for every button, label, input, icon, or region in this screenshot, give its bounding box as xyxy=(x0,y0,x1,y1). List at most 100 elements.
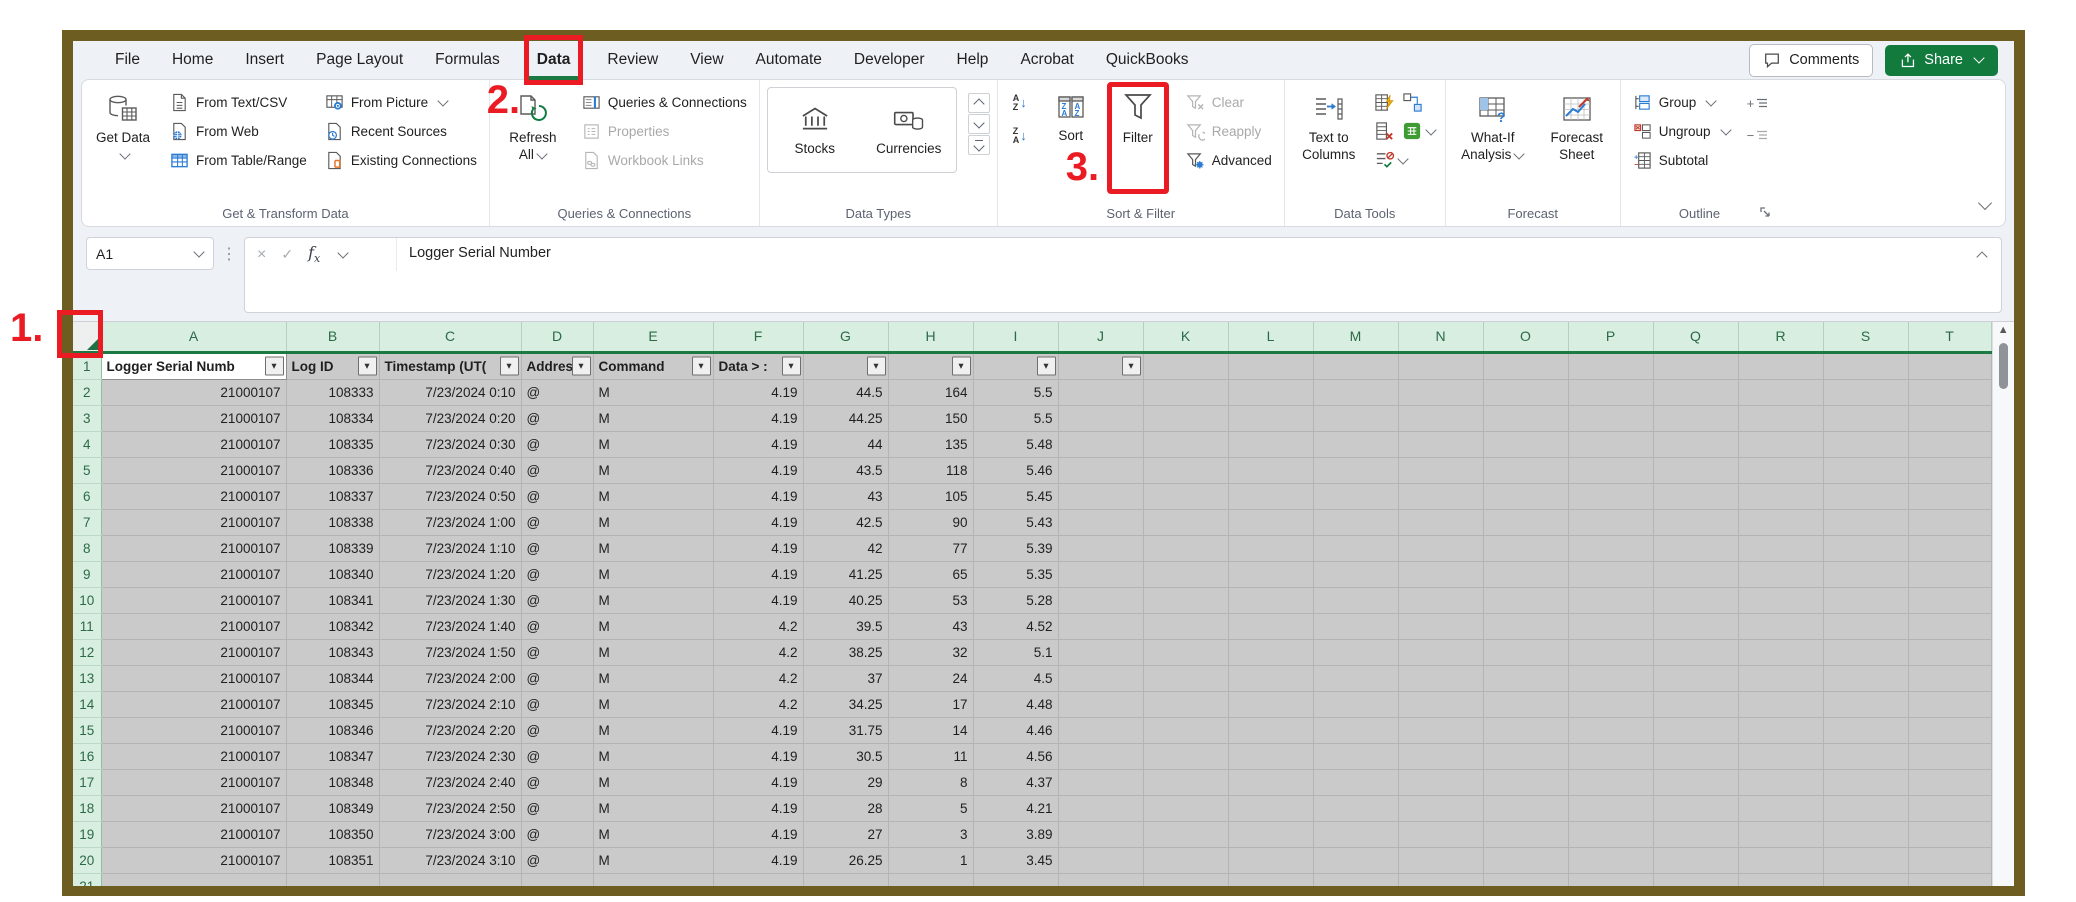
cell-T5[interactable] xyxy=(1908,457,1991,483)
cell-N6[interactable] xyxy=(1398,483,1483,509)
cell-D15[interactable]: @ xyxy=(521,717,593,743)
cell-E20[interactable]: M xyxy=(593,847,713,873)
tab-view[interactable]: View xyxy=(674,41,739,79)
cell-P4[interactable] xyxy=(1568,431,1653,457)
cell-Q19[interactable] xyxy=(1653,821,1738,847)
cell-N12[interactable] xyxy=(1398,639,1483,665)
row-header-20[interactable]: 20 xyxy=(73,847,101,873)
cell-D6[interactable]: @ xyxy=(521,483,593,509)
cell-D1[interactable]: Addres▾ xyxy=(521,352,593,379)
cell-R3[interactable] xyxy=(1738,405,1823,431)
cell-I20[interactable]: 3.45 xyxy=(973,847,1058,873)
stocks-button[interactable]: Stocks xyxy=(768,88,862,172)
cell-L13[interactable] xyxy=(1228,665,1313,691)
from-text-csv-button[interactable]: From Text/CSV xyxy=(165,89,312,116)
cell-S21[interactable] xyxy=(1823,873,1908,886)
cell-H12[interactable]: 32 xyxy=(888,639,973,665)
flash-fill-button[interactable] xyxy=(1374,92,1400,113)
get-data-button[interactable]: Get Data xyxy=(89,87,157,204)
cell-G9[interactable]: 41.25 xyxy=(803,561,888,587)
cell-E17[interactable]: M xyxy=(593,769,713,795)
cell-Q9[interactable] xyxy=(1653,561,1738,587)
cell-E12[interactable]: M xyxy=(593,639,713,665)
recent-sources-button[interactable]: Recent Sources xyxy=(320,118,482,145)
cell-Q1[interactable] xyxy=(1653,352,1738,379)
cell-F15[interactable]: 4.19 xyxy=(713,717,803,743)
cell-O12[interactable] xyxy=(1483,639,1568,665)
cell-A5[interactable]: 21000107 xyxy=(101,457,286,483)
cell-J1[interactable]: ▾ xyxy=(1058,352,1143,379)
cell-I11[interactable]: 4.52 xyxy=(973,613,1058,639)
cell-P2[interactable] xyxy=(1568,379,1653,405)
cell-D7[interactable]: @ xyxy=(521,509,593,535)
tab-acrobat[interactable]: Acrobat xyxy=(1004,41,1089,79)
cell-M17[interactable] xyxy=(1313,769,1398,795)
row-header-9[interactable]: 9 xyxy=(73,561,101,587)
cell-T8[interactable] xyxy=(1908,535,1991,561)
cell-H8[interactable]: 77 xyxy=(888,535,973,561)
cell-B6[interactable]: 108337 xyxy=(286,483,379,509)
filter-dropdown-I1[interactable]: ▾ xyxy=(1037,357,1056,376)
cell-H4[interactable]: 135 xyxy=(888,431,973,457)
cell-N4[interactable] xyxy=(1398,431,1483,457)
tab-data[interactable]: Data2. xyxy=(524,35,584,85)
cell-S15[interactable] xyxy=(1823,717,1908,743)
cell-Q13[interactable] xyxy=(1653,665,1738,691)
cell-T4[interactable] xyxy=(1908,431,1991,457)
cell-P6[interactable] xyxy=(1568,483,1653,509)
subtotal-button[interactable]: +− Subtotal xyxy=(1628,147,1736,174)
cell-A17[interactable]: 21000107 xyxy=(101,769,286,795)
filter-dropdown-E1[interactable]: ▾ xyxy=(692,357,711,376)
cell-F4[interactable]: 4.19 xyxy=(713,431,803,457)
row-header-6[interactable]: 6 xyxy=(73,483,101,509)
cell-M16[interactable] xyxy=(1313,743,1398,769)
gallery-more-button[interactable] xyxy=(968,135,990,155)
name-box[interactable]: A1 xyxy=(86,237,214,270)
cell-A10[interactable]: 21000107 xyxy=(101,587,286,613)
cell-I1[interactable]: ▾ xyxy=(973,352,1058,379)
cell-D21[interactable] xyxy=(521,873,593,886)
cell-M14[interactable] xyxy=(1313,691,1398,717)
cell-S8[interactable] xyxy=(1823,535,1908,561)
cell-S1[interactable] xyxy=(1823,352,1908,379)
cell-I19[interactable]: 3.89 xyxy=(973,821,1058,847)
cell-E11[interactable]: M xyxy=(593,613,713,639)
cell-M18[interactable] xyxy=(1313,795,1398,821)
cell-H6[interactable]: 105 xyxy=(888,483,973,509)
cell-C6[interactable]: 7/23/2024 0:50 xyxy=(379,483,521,509)
cell-N14[interactable] xyxy=(1398,691,1483,717)
cell-C5[interactable]: 7/23/2024 0:40 xyxy=(379,457,521,483)
cell-M21[interactable] xyxy=(1313,873,1398,886)
cell-J11[interactable] xyxy=(1058,613,1143,639)
cell-C4[interactable]: 7/23/2024 0:30 xyxy=(379,431,521,457)
cell-J19[interactable] xyxy=(1058,821,1143,847)
cell-C19[interactable]: 7/23/2024 3:00 xyxy=(379,821,521,847)
cell-Q14[interactable] xyxy=(1653,691,1738,717)
cell-D13[interactable]: @ xyxy=(521,665,593,691)
cell-T19[interactable] xyxy=(1908,821,1991,847)
cell-T6[interactable] xyxy=(1908,483,1991,509)
cell-G18[interactable]: 28 xyxy=(803,795,888,821)
cell-K1[interactable] xyxy=(1143,352,1228,379)
cell-S16[interactable] xyxy=(1823,743,1908,769)
cell-L18[interactable] xyxy=(1228,795,1313,821)
cell-I17[interactable]: 4.37 xyxy=(973,769,1058,795)
cell-Q6[interactable] xyxy=(1653,483,1738,509)
tab-automate[interactable]: Automate xyxy=(740,41,838,79)
from-web-button[interactable]: From Web xyxy=(165,118,312,145)
cell-B4[interactable]: 108335 xyxy=(286,431,379,457)
column-header-C[interactable]: C xyxy=(379,322,521,352)
sort-ascending-button[interactable]: AZ↓ xyxy=(1005,89,1035,116)
cell-H13[interactable]: 24 xyxy=(888,665,973,691)
enter-icon[interactable]: ✓ xyxy=(281,246,293,263)
formula-bar-splitter[interactable]: ⋮ xyxy=(221,237,237,264)
cell-M15[interactable] xyxy=(1313,717,1398,743)
cell-H10[interactable]: 53 xyxy=(888,587,973,613)
cell-J2[interactable] xyxy=(1058,379,1143,405)
cell-J21[interactable] xyxy=(1058,873,1143,886)
cell-Q7[interactable] xyxy=(1653,509,1738,535)
cell-O6[interactable] xyxy=(1483,483,1568,509)
cell-B11[interactable]: 108342 xyxy=(286,613,379,639)
cell-C17[interactable]: 7/23/2024 2:40 xyxy=(379,769,521,795)
row-header-8[interactable]: 8 xyxy=(73,535,101,561)
